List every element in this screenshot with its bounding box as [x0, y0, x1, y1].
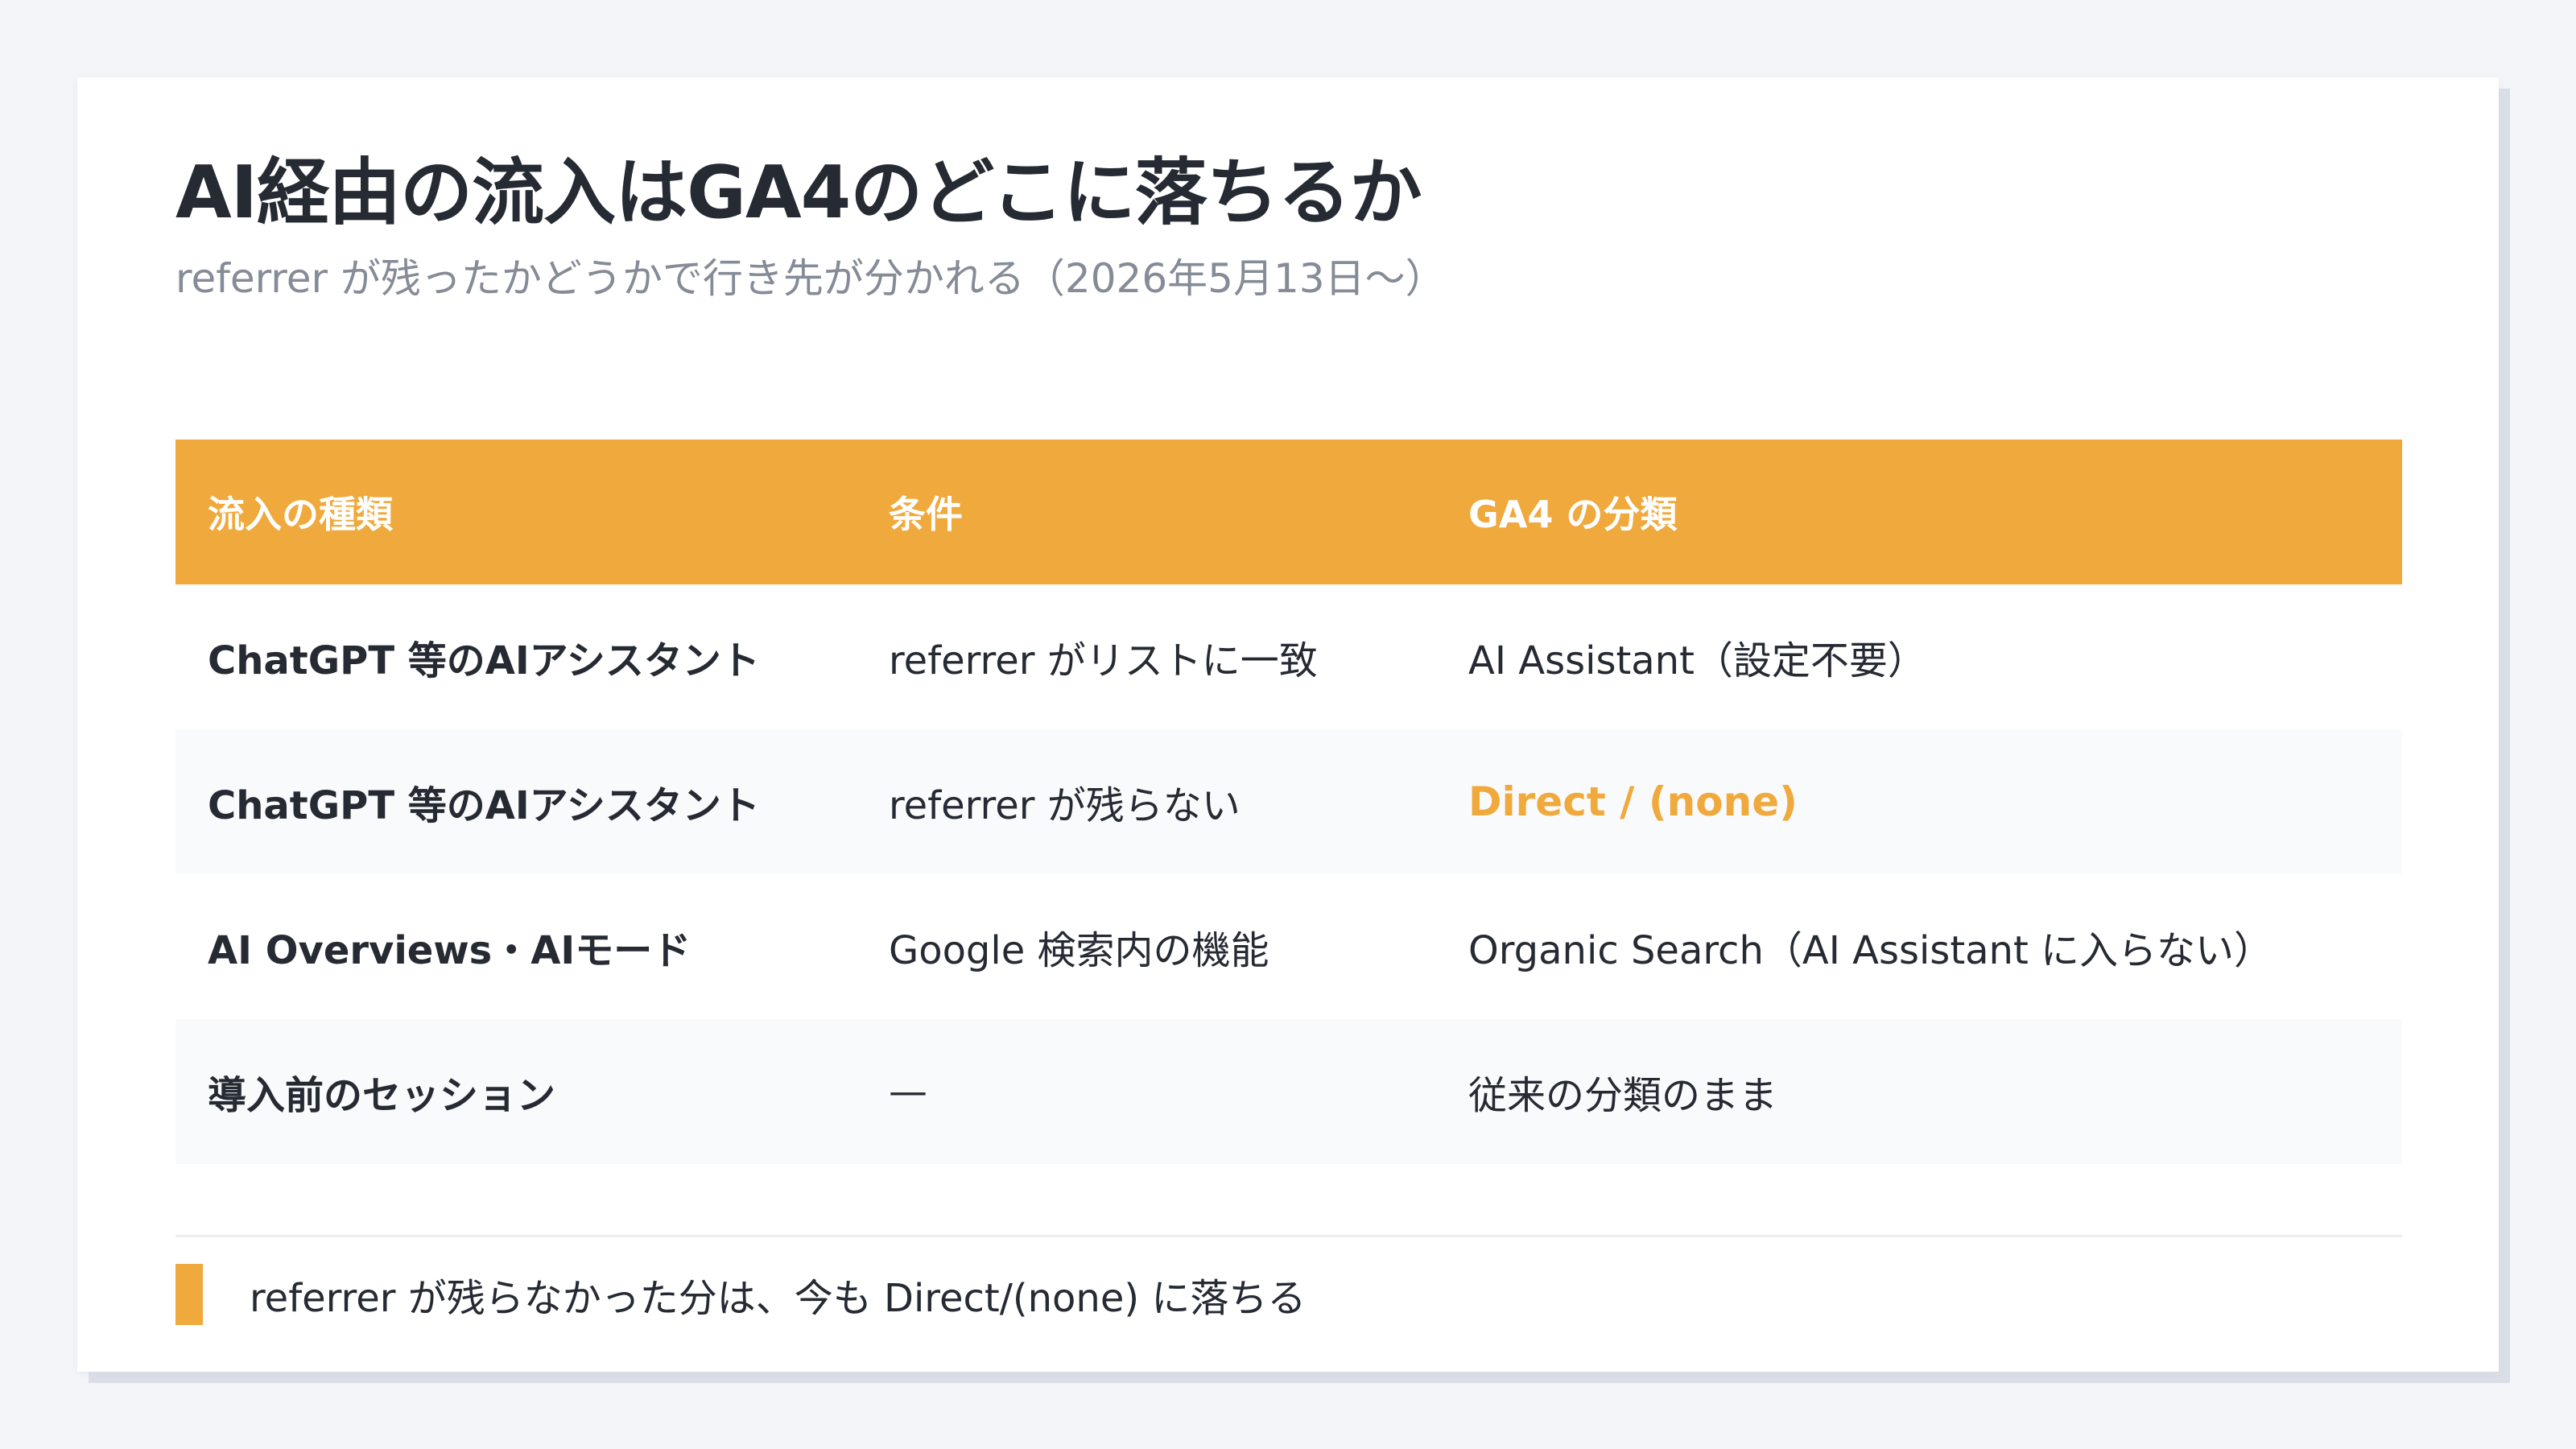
cell-condition: referrer が残らない	[889, 783, 1241, 828]
cell-traffic-type: ChatGPT 等のAIアシスタント	[208, 783, 760, 828]
divider	[175, 1235, 2402, 1237]
header-condition: 条件	[889, 493, 963, 536]
cell-classification: 従来の分類のまま	[1468, 1073, 1778, 1118]
accent-bar	[175, 1264, 203, 1325]
header-traffic-type: 流入の種類	[208, 493, 393, 536]
cell-classification: AI Assistant（設定不要）	[1468, 638, 1926, 683]
page-title: AI経由の流入はGA4のどこに落ちるか	[175, 151, 1422, 235]
table-row: AI Overviews・AIモード Google 検索内の機能 Organic…	[175, 874, 2402, 1019]
table-row: ChatGPT 等のAIアシスタント referrer がリストに一致 AI A…	[175, 584, 2402, 729]
table-header-row: 流入の種類 条件 GA4 の分類	[175, 440, 2402, 584]
page-subtitle: referrer が残ったかどうかで行き先が分かれる（2026年5月13日〜）	[175, 255, 1446, 302]
cell-condition: —	[889, 1069, 927, 1114]
header-ga4-classification: GA4 の分類	[1468, 493, 1678, 536]
footnote: referrer が残らなかった分は、今も Direct/(none) に落ちる	[175, 1264, 1306, 1325]
table-row: 導入前のセッション — 従来の分類のまま	[175, 1019, 2402, 1164]
table-row: ChatGPT 等のAIアシスタント referrer が残らない Direct…	[175, 729, 2402, 874]
slide-card: AI経由の流入はGA4のどこに落ちるか referrer が残ったかどうかで行き…	[77, 77, 2499, 1372]
classification-table: 流入の種類 条件 GA4 の分類 ChatGPT 等のAIアシスタント refe…	[175, 440, 2402, 1164]
cell-traffic-type: AI Overviews・AIモード	[208, 928, 691, 973]
footnote-text: referrer が残らなかった分は、今も Direct/(none) に落ちる	[250, 1276, 1307, 1321]
cell-classification: Organic Search（AI Assistant に入らない）	[1468, 928, 2273, 973]
cell-traffic-type: 導入前のセッション	[208, 1073, 556, 1118]
cell-classification-highlight: Direct / (none)	[1468, 778, 1798, 825]
cell-condition: Google 検索内の機能	[889, 928, 1269, 973]
cell-traffic-type: ChatGPT 等のAIアシスタント	[208, 638, 760, 683]
cell-condition: referrer がリストに一致	[889, 638, 1318, 683]
